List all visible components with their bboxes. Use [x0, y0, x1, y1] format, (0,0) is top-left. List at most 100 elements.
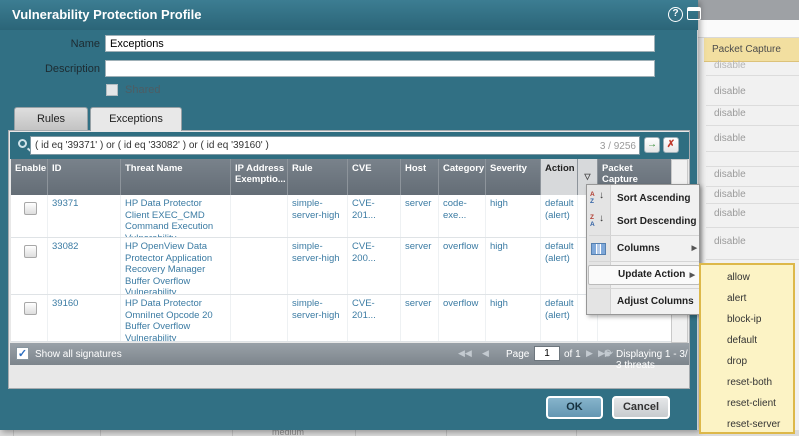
cell-host: server — [401, 238, 439, 294]
cell-action: default (alert) — [541, 238, 578, 294]
submenu-item-reset-server[interactable]: reset-server — [727, 419, 780, 436]
column-header-id[interactable]: ID — [48, 159, 121, 195]
table-row[interactable]: 39371 HP Data Protector Client EXEC_CMD … — [11, 195, 671, 238]
menu-separator — [589, 235, 699, 236]
cell-cve: CVE-201... — [348, 195, 401, 237]
enable-checkbox[interactable] — [23, 302, 37, 315]
background-toolbar — [698, 0, 799, 20]
background-cell-medium: medium — [272, 430, 305, 436]
enable-checkbox[interactable] — [23, 202, 37, 215]
dialog-title: Vulnerability Protection Profile — [12, 7, 202, 22]
menu-separator — [589, 261, 699, 262]
submenu-item-default[interactable]: default — [727, 335, 757, 356]
apply-filter-button[interactable]: → — [644, 137, 660, 153]
table-cell: disable — [706, 167, 799, 187]
cell-action: default (alert) — [541, 295, 578, 341]
cell-category: code-exe... — [439, 195, 486, 237]
submenu-item-drop[interactable]: drop — [727, 356, 747, 377]
cell-host: server — [401, 295, 439, 341]
columns-icon — [591, 243, 606, 255]
column-header-host[interactable]: Host — [401, 159, 439, 195]
page-of-label: of 1 — [564, 349, 581, 360]
shared-checkbox[interactable] — [106, 84, 118, 96]
cell-severity: high — [486, 195, 541, 237]
menu-item-update-action[interactable]: Update Action ▶ — [588, 265, 700, 285]
cell-id: 39160 — [48, 295, 121, 341]
cell-action: default (alert) — [541, 195, 578, 237]
pagination-bar: ✓ Show all signatures ◀◀ ◀ Page of 1 ▶ ▶… — [10, 343, 689, 371]
next-page-icon[interactable]: ▶ — [586, 348, 593, 359]
enable-checkbox[interactable] — [23, 245, 37, 258]
shared-label: Shared — [125, 84, 161, 96]
ok-button[interactable]: OK — [546, 396, 603, 419]
cell-cve: CVE-200... — [348, 238, 401, 294]
menu-item-columns[interactable]: Columns ▶ — [587, 239, 701, 259]
menu-item-sort-descending[interactable]: Z A ↓ Sort Descending — [587, 212, 701, 232]
page-number-input[interactable] — [534, 346, 560, 361]
table-header-row: Enable ID Threat Name IP Address Exempti… — [11, 159, 671, 195]
table-cell: disable — [706, 228, 799, 260]
cell-threat-name: HP Data Protector OmniInet Opcode 20 Buf… — [121, 295, 231, 341]
background-header-row — [698, 20, 799, 38]
search-input[interactable] — [30, 136, 640, 155]
submenu-item-block-ip[interactable]: block-ip — [727, 314, 761, 335]
search-result-count: 3 / 9256 — [599, 141, 636, 152]
exceptions-table: Enable ID Threat Name IP Address Exempti… — [11, 159, 671, 342]
cell-rule: simple-server-high — [288, 195, 348, 237]
menu-item-sort-ascending[interactable]: A Z ↓ Sort Ascending — [587, 189, 701, 209]
refresh-icon[interactable]: ⟳ — [604, 347, 613, 360]
cell-host: server — [401, 195, 439, 237]
column-context-menu: A Z ↓ Sort Ascending Z A ↓ Sort Descending C… — [586, 184, 700, 315]
page-label: Page — [506, 349, 530, 360]
cell-rule: simple-server-high — [288, 238, 348, 294]
table-cell: disable — [706, 204, 799, 228]
cell-cve: CVE-201... — [348, 295, 401, 341]
tab-rules[interactable]: Rules — [14, 107, 88, 131]
cell-ip-exemption — [231, 295, 288, 341]
background-bottom-row: medium — [0, 430, 799, 436]
cell-severity: high — [486, 238, 541, 294]
cell-severity: high — [486, 295, 541, 341]
column-header-cve[interactable]: CVE — [348, 159, 401, 195]
column-header-severity[interactable]: Severity — [486, 159, 541, 195]
menu-item-adjust-columns[interactable]: Adjust Columns — [587, 292, 701, 312]
description-input[interactable] — [105, 60, 655, 77]
column-header-ip-exemption[interactable]: IP Address Exemptio... — [231, 159, 288, 195]
name-input[interactable] — [105, 35, 655, 52]
cell-id: 39371 — [48, 195, 121, 237]
cell-rule: simple-server-high — [288, 295, 348, 341]
description-label: Description — [44, 63, 100, 75]
name-label: Name — [70, 38, 100, 50]
column-header-rule[interactable]: Rule — [288, 159, 348, 195]
column-header-enable[interactable]: Enable — [11, 159, 48, 195]
window-icon[interactable] — [687, 7, 701, 20]
first-page-icon[interactable]: ◀◀ — [458, 348, 472, 359]
show-all-signatures-checkbox[interactable]: ✓ — [16, 347, 29, 360]
menu-separator — [589, 288, 699, 289]
cell-ip-exemption — [231, 195, 288, 237]
table-row[interactable]: 39160 HP Data Protector OmniInet Opcode … — [11, 295, 671, 342]
table-cell: disable — [706, 106, 799, 126]
dialog-title-bar: Vulnerability Protection Profile ? — [0, 0, 701, 30]
column-header-action[interactable]: Action — [541, 159, 578, 195]
cell-category: overflow — [439, 295, 486, 341]
prev-page-icon[interactable]: ◀ — [482, 348, 489, 359]
submenu-item-alert[interactable]: alert — [727, 293, 746, 314]
submenu-item-reset-both[interactable]: reset-both — [727, 377, 772, 398]
column-header-threat-name[interactable]: Threat Name — [121, 159, 231, 195]
submenu-arrow-icon: ▶ — [689, 272, 695, 279]
submenu-item-reset-client[interactable]: reset-client — [727, 398, 776, 419]
cell-threat-name: HP OpenView Data Protector Application R… — [121, 238, 231, 294]
help-icon[interactable]: ? — [668, 7, 683, 22]
table-row[interactable]: 33082 HP OpenView Data Protector Applica… — [11, 238, 671, 295]
cancel-button[interactable]: Cancel — [612, 396, 670, 419]
search-icon — [18, 139, 27, 148]
update-action-submenu: allow alert block-ip default drop reset-… — [699, 263, 795, 434]
submenu-item-allow[interactable]: allow — [727, 272, 750, 293]
tab-exceptions[interactable]: Exceptions — [90, 107, 182, 131]
cell-id: 33082 — [48, 238, 121, 294]
clear-filter-button[interactable]: ✗ — [663, 137, 679, 153]
column-header-category[interactable]: Category — [439, 159, 486, 195]
displaying-status: Displaying 1 - 3/ 3 threats — [616, 349, 688, 371]
table-cell: disable — [706, 187, 799, 204]
